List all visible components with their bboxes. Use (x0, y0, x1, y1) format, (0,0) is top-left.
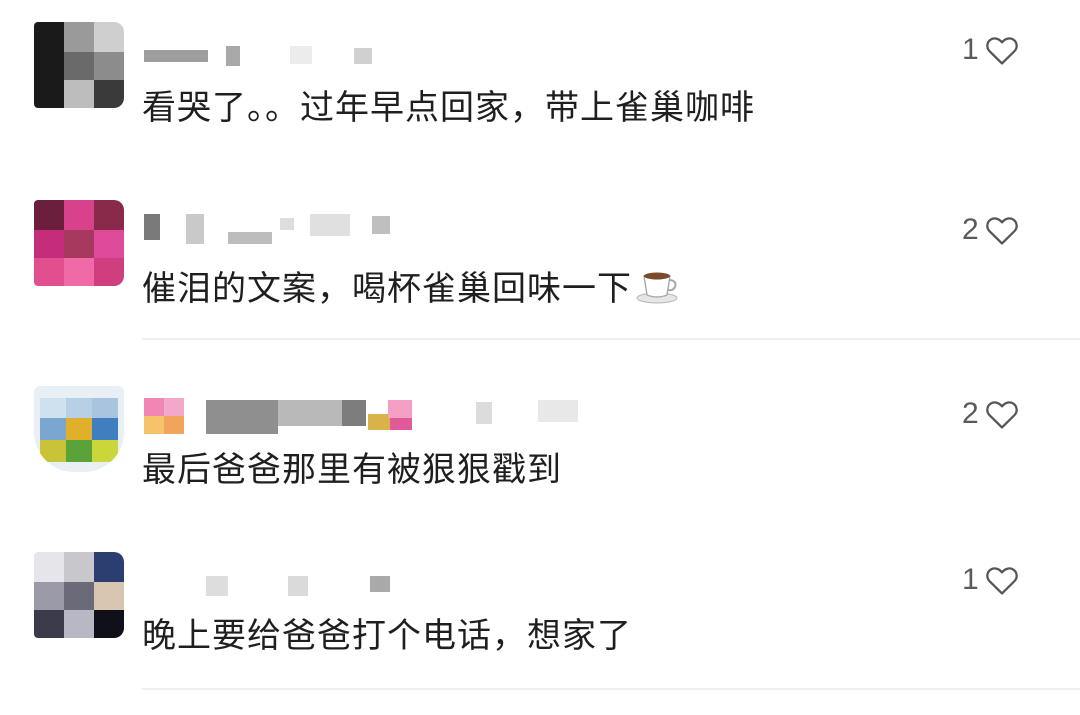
avatar[interactable] (34, 22, 124, 108)
heart-outline-icon[interactable] (985, 564, 1019, 596)
coffee-cup-icon (636, 264, 680, 315)
like-button[interactable]: 2 (962, 394, 1042, 434)
like-button[interactable]: 1 (962, 560, 1042, 600)
like-count: 2 (962, 213, 979, 246)
avatar[interactable] (34, 200, 124, 286)
like-count: 1 (962, 33, 979, 66)
comment-text: 最后爸爸那里有被狠狠戳到 (142, 450, 562, 490)
comment-text: 催泪的文案，喝杯雀巢回味一下 (142, 264, 680, 315)
like-count: 2 (962, 397, 979, 430)
avatar[interactable] (34, 552, 124, 638)
divider (142, 688, 1080, 690)
like-button[interactable]: 1 (962, 30, 1042, 70)
divider (142, 338, 1080, 340)
heart-outline-icon[interactable] (985, 398, 1019, 430)
comment-text: 晚上要给爸爸打个电话，想家了 (142, 616, 632, 656)
like-button[interactable]: 2 (962, 210, 1042, 250)
heart-outline-icon[interactable] (985, 214, 1019, 246)
heart-outline-icon[interactable] (985, 34, 1019, 66)
comment-text: 看哭了。。过年早点回家，带上雀巢咖啡 (142, 88, 755, 128)
avatar[interactable] (34, 386, 124, 472)
like-count: 1 (962, 563, 979, 596)
